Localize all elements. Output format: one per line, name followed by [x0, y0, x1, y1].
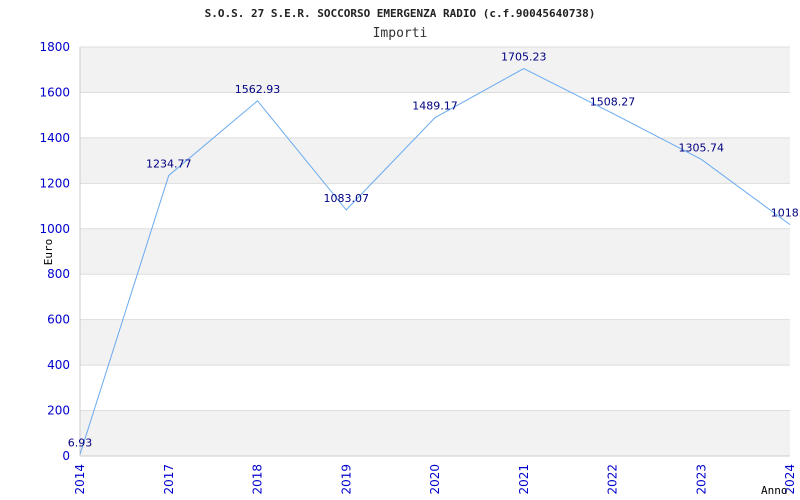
y-tick-label: 200	[47, 404, 70, 418]
y-tick-label: 1200	[39, 176, 70, 190]
x-tick-label: 2022	[606, 464, 620, 495]
y-tick-label: 1800	[39, 40, 70, 54]
grid-band	[80, 319, 790, 366]
x-tick-label: 2021	[517, 464, 531, 495]
y-tick-label: 600	[47, 313, 70, 327]
x-axis-label: Anno	[761, 484, 788, 497]
grid-band	[80, 47, 790, 93]
x-tick-label: 2017	[162, 464, 176, 495]
y-tick-label: 0	[62, 449, 70, 463]
data-label: 1562.93	[235, 83, 281, 96]
y-tick-label: 800	[47, 267, 70, 281]
y-tick-label: 400	[47, 358, 70, 372]
x-tick-label: 2020	[428, 464, 442, 495]
x-tick-label: 2018	[251, 464, 265, 495]
x-tick-labels: 2014 2017 2018 2019 2020 2021 2022 2023 2024	[73, 464, 797, 495]
chart-subtitle: Importi	[373, 26, 428, 41]
data-label: 1234.77	[146, 157, 192, 170]
data-label: 6.93	[68, 436, 93, 449]
x-tick-label: 2014	[73, 464, 87, 495]
chart-title: S.O.S. 27 S.E.R. SOCCORSO EMERGENZA RADI…	[205, 7, 596, 20]
y-axis-label: Euro	[42, 239, 55, 266]
line-chart: 0 200 400 600 800 1000 1200 1400 1600 1800 2014 20…	[39, 7, 800, 497]
data-label: 1705.23	[501, 51, 547, 64]
data-label: 1489.17	[412, 100, 458, 113]
y-tick-label: 1000	[39, 222, 70, 236]
grid-band	[80, 228, 790, 275]
x-tick-label: 2019	[339, 464, 353, 495]
data-label: 1305.74	[679, 141, 725, 154]
y-tick-label: 1400	[39, 131, 70, 145]
data-label: 1083.07	[324, 192, 370, 205]
x-tick-label: 2023	[694, 464, 708, 495]
grid-band	[80, 410, 790, 456]
data-label: 1018.3	[771, 207, 800, 220]
data-label: 1508.27	[590, 95, 636, 108]
y-tick-label: 1600	[39, 85, 70, 99]
